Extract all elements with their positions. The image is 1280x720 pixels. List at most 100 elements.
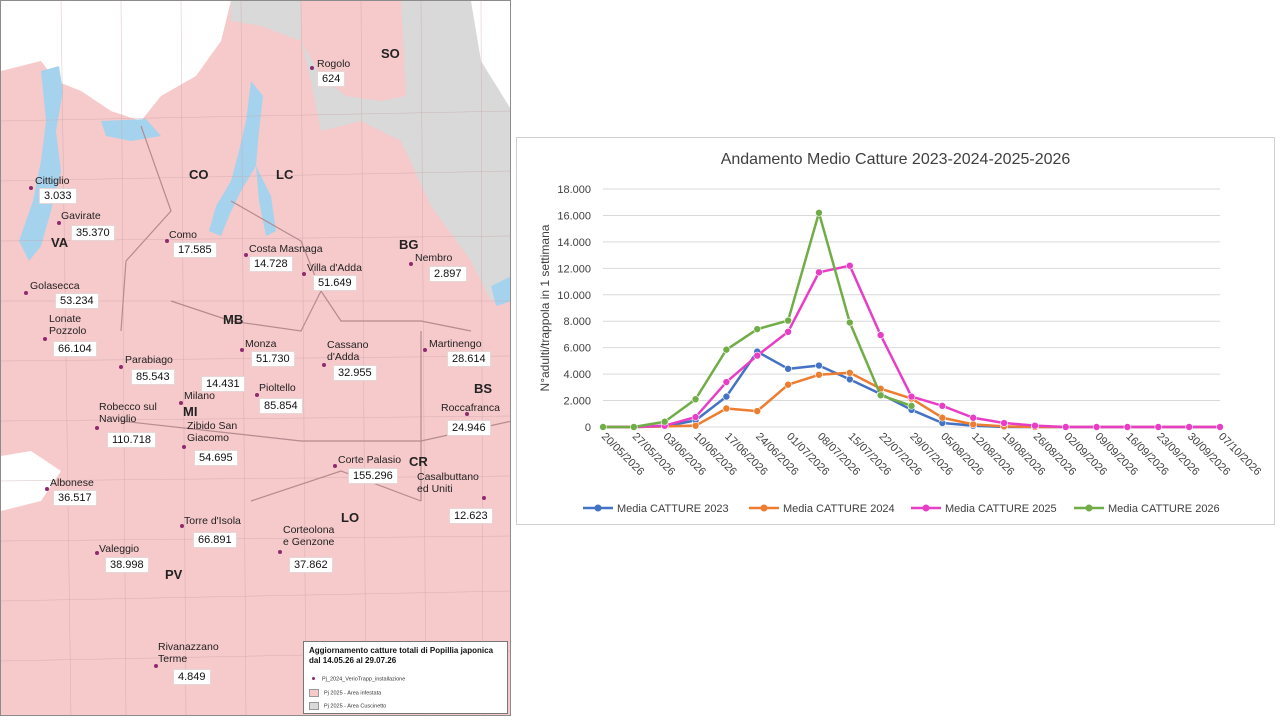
data-point bbox=[1000, 419, 1008, 427]
map-legend: Aggiornamento catture totali di Popillia… bbox=[303, 641, 508, 714]
province-label-pv: PV bbox=[165, 567, 183, 582]
station-name: Martinengo bbox=[429, 338, 482, 350]
legend-swatch-marker bbox=[922, 504, 930, 512]
legend-label: Media CATTURE 2025 bbox=[945, 503, 1057, 515]
station-name: Villa d'Adda bbox=[307, 262, 362, 274]
data-point bbox=[938, 413, 947, 422]
station-name: Monza bbox=[245, 338, 277, 350]
data-point bbox=[969, 420, 978, 429]
station-value: 53.234 bbox=[55, 293, 99, 309]
data-point bbox=[1061, 423, 1070, 431]
trap-marker bbox=[423, 348, 427, 352]
y-tick-label: 16.000 bbox=[557, 210, 591, 222]
province-label-mb: MB bbox=[223, 312, 244, 327]
trap-marker bbox=[322, 363, 326, 367]
province-label-lo: LO bbox=[341, 510, 360, 525]
data-point bbox=[660, 417, 669, 426]
data-point bbox=[907, 392, 916, 401]
legend-swatch-marker bbox=[1085, 504, 1093, 512]
data-point bbox=[876, 331, 885, 339]
data-point bbox=[691, 421, 700, 430]
data-point bbox=[815, 361, 823, 370]
data-point bbox=[722, 378, 731, 386]
data-point bbox=[845, 261, 854, 270]
trap-marker bbox=[119, 365, 123, 369]
legend-item-traps: Pj_2024_VerioTrapp_installazione bbox=[309, 676, 405, 682]
y-tick-label: 4.000 bbox=[563, 369, 591, 381]
station-value: 17.585 bbox=[173, 242, 217, 258]
station-value: 66.891 bbox=[193, 532, 237, 548]
y-tick-label: 10.000 bbox=[557, 290, 591, 302]
data-point bbox=[969, 413, 978, 422]
data-point bbox=[1185, 423, 1193, 431]
station-value: 36.517 bbox=[53, 490, 97, 506]
y-axis-label: N°adulti/trappola in 1 settimana bbox=[538, 224, 552, 391]
station-name: Parabiago bbox=[125, 354, 173, 366]
station-value: 155.296 bbox=[348, 468, 398, 484]
province-label-bg: BG bbox=[399, 237, 419, 252]
y-tick-label: 12.000 bbox=[557, 263, 591, 275]
trap-marker bbox=[278, 550, 282, 554]
station-value: 28.614 bbox=[447, 351, 491, 367]
trap-marker bbox=[95, 426, 99, 430]
data-point bbox=[691, 413, 700, 421]
station-value: 38.998 bbox=[105, 557, 149, 573]
trap-marker bbox=[409, 262, 413, 266]
data-point bbox=[1123, 423, 1132, 431]
legend-label: Media CATTURE 2026 bbox=[1108, 503, 1220, 515]
station-name: Zibido San Giacomo bbox=[187, 420, 238, 444]
province-label-so: SO bbox=[381, 46, 400, 61]
data-point bbox=[907, 402, 916, 410]
province-label-bs: BS bbox=[474, 381, 493, 396]
station-value: 54.695 bbox=[194, 450, 238, 466]
station-name: Corteolona e Genzone bbox=[283, 524, 335, 548]
trap-marker bbox=[333, 464, 337, 468]
trap-marker bbox=[24, 291, 28, 295]
province-label-lc: LC bbox=[276, 167, 294, 182]
data-point bbox=[845, 318, 854, 327]
data-point bbox=[722, 345, 731, 354]
data-point bbox=[1154, 423, 1163, 431]
data-point bbox=[784, 380, 792, 389]
data-point bbox=[753, 351, 762, 360]
station-value: 12.623 bbox=[449, 508, 493, 524]
trap-marker bbox=[182, 445, 186, 449]
data-point bbox=[938, 402, 947, 410]
data-point bbox=[845, 368, 854, 377]
station-name: Albonese bbox=[50, 477, 94, 489]
legend-label: Media CATTURE 2023 bbox=[617, 503, 729, 515]
station-value: 110.718 bbox=[107, 432, 156, 448]
station-value: 32.955 bbox=[333, 365, 377, 381]
station-value: 624 bbox=[317, 71, 346, 87]
station-name: Golasecca bbox=[30, 280, 80, 292]
trap-marker bbox=[302, 272, 306, 276]
station-value: 14.431 bbox=[201, 376, 245, 392]
legend-item-buffer: Pj 2025 - Area Cuscinetto bbox=[309, 702, 386, 710]
trap-marker bbox=[29, 186, 33, 190]
station-name: Pioltello bbox=[259, 382, 296, 394]
station-value: 85.854 bbox=[259, 398, 303, 414]
trap-marker bbox=[45, 487, 49, 491]
legend-swatch-marker bbox=[594, 504, 602, 512]
trap-marker bbox=[43, 337, 47, 341]
legend-item-infested: Pj 2025 - Area infestata bbox=[309, 689, 381, 697]
data-point bbox=[815, 209, 823, 217]
station-name: Gavirate bbox=[61, 210, 101, 222]
province-label-co: CO bbox=[189, 167, 209, 182]
data-point bbox=[630, 423, 638, 431]
data-point bbox=[1092, 423, 1101, 431]
province-map: SO CO LC VA BG MB MI BS CR LO PV Rogolo 624 Cittiglio… bbox=[0, 0, 511, 716]
station-value: 66.104 bbox=[53, 341, 97, 357]
trap-marker bbox=[244, 253, 248, 257]
station-name: Rogolo bbox=[317, 58, 351, 70]
station-name: Torre d'Isola bbox=[184, 515, 241, 527]
station-value: 2.897 bbox=[429, 266, 467, 282]
data-point bbox=[845, 375, 854, 384]
station-name: Cittiglio bbox=[35, 175, 70, 187]
data-point bbox=[722, 392, 731, 401]
station-value: 24.946 bbox=[447, 420, 491, 436]
series-line-4 bbox=[603, 211, 912, 429]
data-point bbox=[784, 365, 792, 373]
station-name: Rivanazzano Terme bbox=[158, 641, 219, 665]
station-value: 35.370 bbox=[71, 225, 115, 241]
